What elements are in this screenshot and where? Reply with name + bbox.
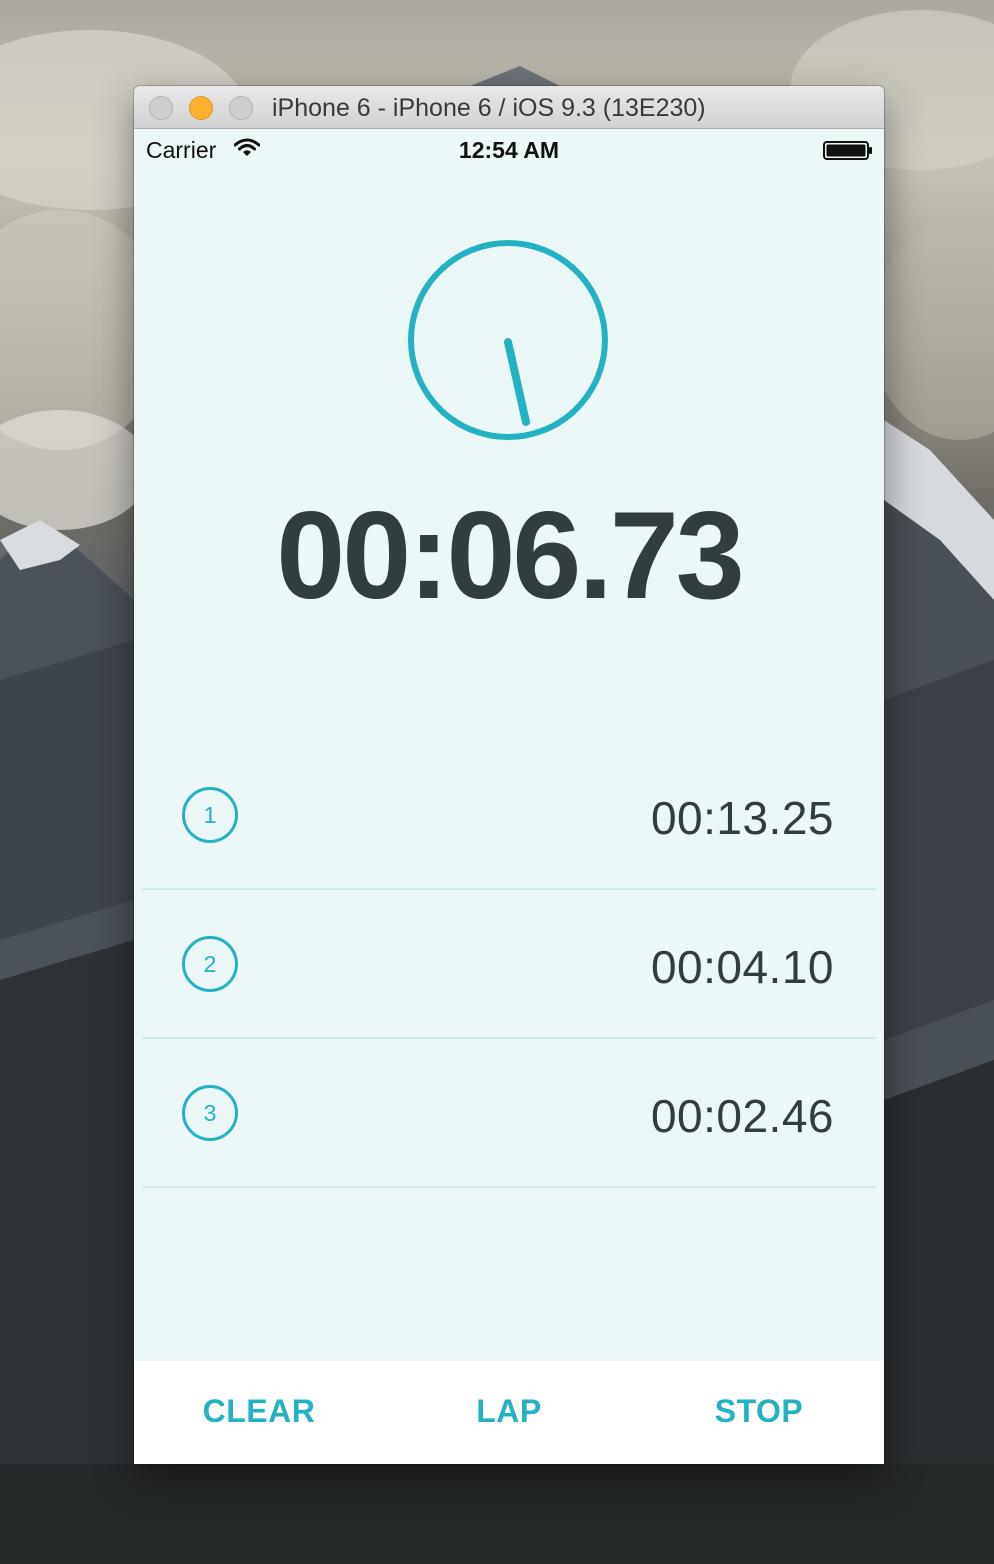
battery-icon [823, 141, 872, 160]
laps-list: 1 00:13.25 2 00:04.10 3 00:02.46 [142, 741, 876, 1188]
ios-status-bar: Carrier 12:54 AM [134, 129, 884, 171]
minimize-window-button[interactable] [189, 96, 213, 120]
window-titlebar[interactable]: iPhone 6 - iPhone 6 / iOS 9.3 (13E230) [134, 86, 884, 129]
lap-number-badge: 2 [182, 936, 238, 992]
lap-row: 2 00:04.10 [142, 890, 876, 1039]
lap-number-badge: 3 [182, 1085, 238, 1141]
status-clock: 12:54 AM [458, 137, 560, 163]
elapsed-time-display: 00:06.73 [276, 487, 745, 625]
simulator-window: iPhone 6 - iPhone 6 / iOS 9.3 (13E230) C… [134, 86, 884, 1464]
lap-number-badge: 1 [182, 787, 238, 843]
dial-hand [504, 338, 530, 426]
zoom-window-button[interactable] [229, 96, 253, 120]
stopwatch-dial [408, 240, 608, 440]
lap-time: 00:04.10 [650, 941, 834, 993]
lap-time: 00:13.25 [650, 792, 834, 844]
lap-button[interactable]: LAP [384, 1393, 634, 1430]
clear-button[interactable]: CLEAR [134, 1393, 384, 1430]
action-bar: CLEAR LAP STOP [134, 1361, 884, 1464]
lap-row: 3 00:02.46 [142, 1039, 876, 1188]
lap-row: 1 00:13.25 [142, 741, 876, 890]
lap-time: 00:02.46 [650, 1090, 834, 1142]
close-window-button[interactable] [149, 96, 173, 120]
stop-button[interactable]: STOP [634, 1393, 884, 1430]
window-title: iPhone 6 - iPhone 6 / iOS 9.3 (13E230) [272, 94, 706, 122]
